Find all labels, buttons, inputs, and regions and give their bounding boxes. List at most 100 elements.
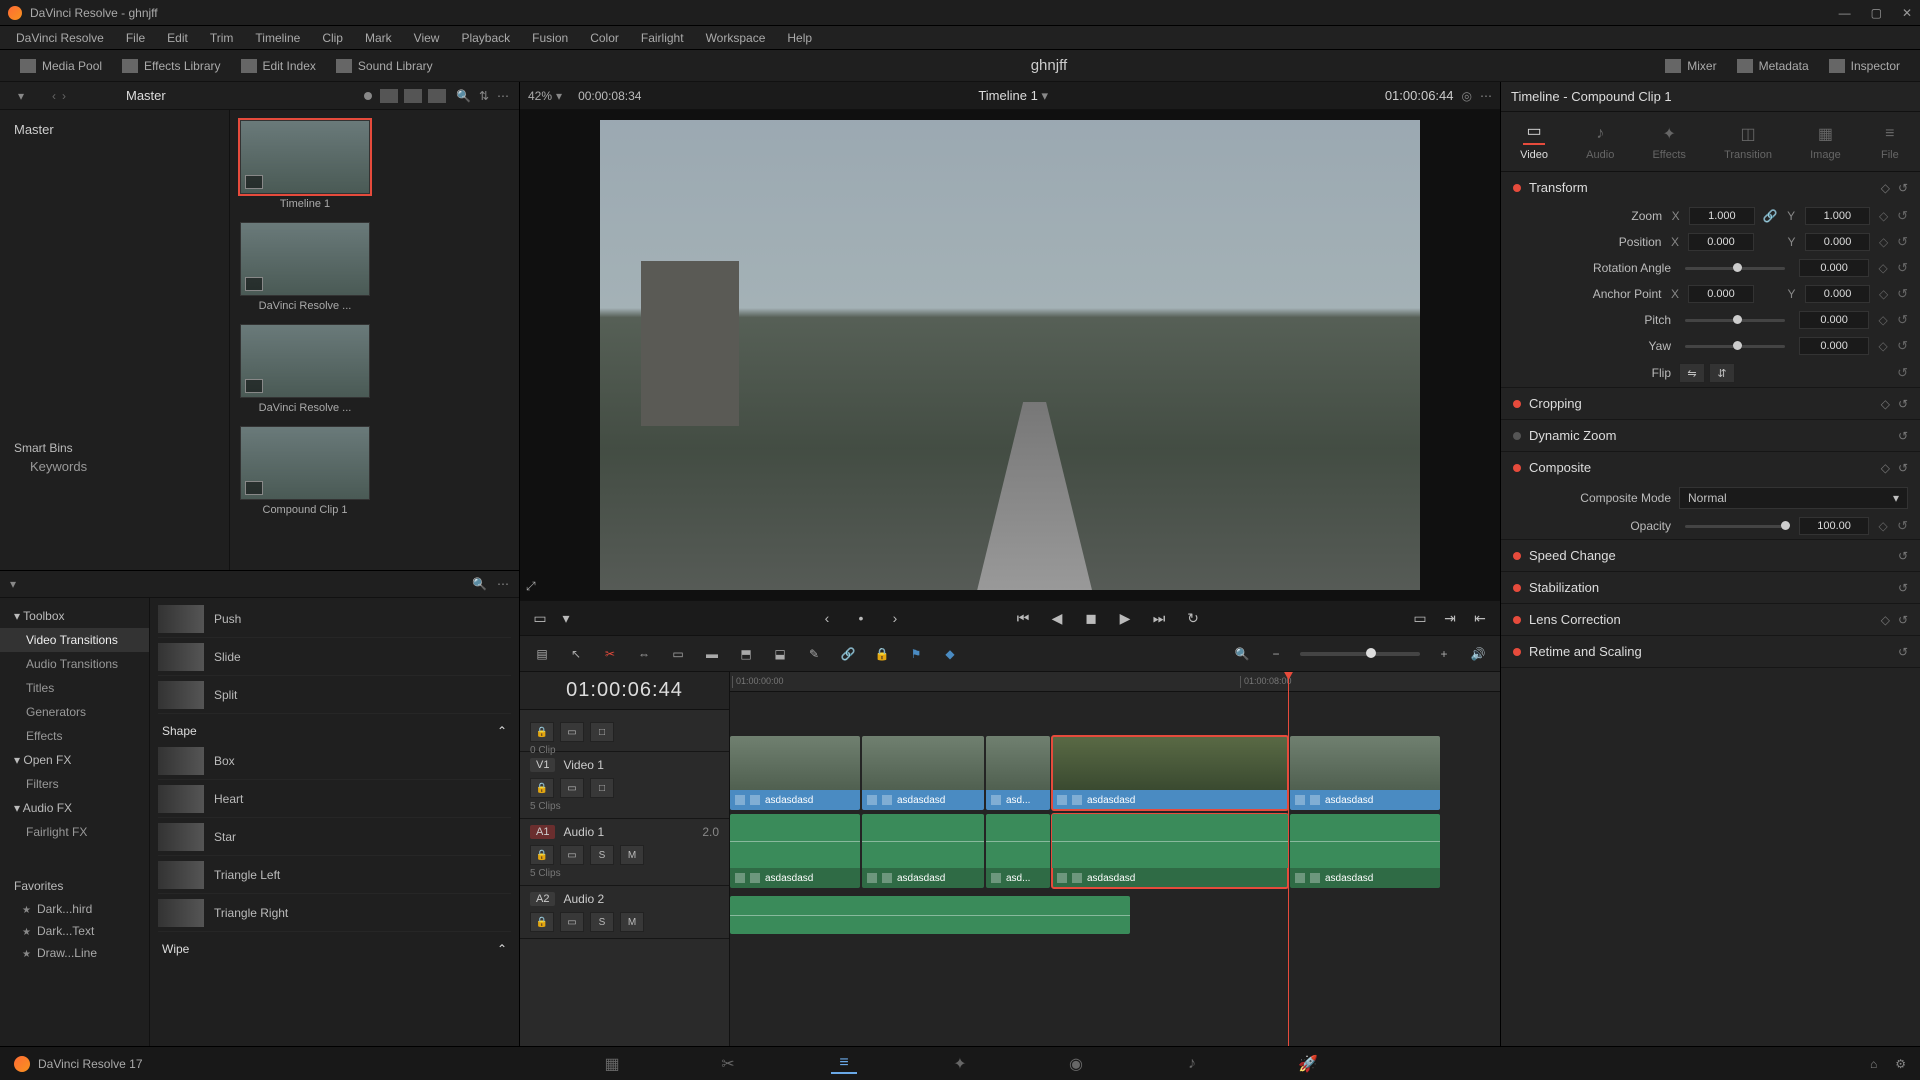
section-stabilization[interactable]: Stabilization↺ [1501, 572, 1920, 603]
link-icon[interactable]: 🔗 [838, 645, 858, 663]
rotation-input[interactable]: 0.000 [1799, 259, 1869, 277]
maximize-button[interactable]: ▢ [1871, 6, 1882, 20]
bin-color-icon[interactable] [364, 92, 372, 100]
play-button[interactable]: ▶ [1115, 608, 1135, 628]
keyframe-icon[interactable]: ◇ [1877, 519, 1889, 533]
reset-icon[interactable]: ↺ [1898, 549, 1908, 563]
sort-icon[interactable]: ⇅ [479, 89, 489, 103]
track-header-v1[interactable]: V1Video 1 🔒▭□ 5 Clips [520, 752, 729, 819]
jog-next-icon[interactable]: › [885, 608, 905, 628]
fx-item[interactable]: Push [158, 600, 511, 638]
keyframe-icon[interactable]: ◇ [1878, 235, 1889, 249]
search-icon[interactable]: 🔍 [456, 89, 471, 103]
enable-dot-icon[interactable] [1513, 648, 1521, 656]
keyframe-icon[interactable]: ◇ [1877, 339, 1889, 353]
video-clip[interactable]: asdasdasd [1052, 736, 1288, 810]
next-frame-button[interactable]: ⏭ [1149, 608, 1169, 628]
track-lock-button[interactable]: 🔒 [530, 912, 554, 932]
solo-button[interactable]: S [590, 912, 614, 932]
menu-mark[interactable]: Mark [355, 28, 402, 48]
insert-mode-icon[interactable]: ▭ [530, 608, 550, 628]
reset-icon[interactable]: ↺ [1897, 260, 1908, 276]
fav-item[interactable]: Dark...Text [0, 920, 149, 942]
menu-color[interactable]: Color [580, 28, 629, 48]
keyframe-icon[interactable]: ◇ [1881, 181, 1890, 195]
pos-y-input[interactable]: 0.000 [1805, 233, 1870, 251]
enable-dot-icon[interactable] [1513, 432, 1521, 440]
menu-playback[interactable]: Playback [451, 28, 520, 48]
pitch-slider[interactable] [1685, 319, 1785, 322]
section-retime[interactable]: Retime and Scaling↺ [1501, 636, 1920, 667]
fav-item[interactable]: Dark...hird [0, 898, 149, 920]
fx-dropdown-icon[interactable]: ▾ [10, 577, 16, 591]
viewer[interactable]: ⤢ [520, 110, 1500, 600]
insert-icon[interactable]: ▭ [668, 645, 688, 663]
blade-tool-icon[interactable]: ✂ [600, 645, 620, 663]
reset-icon[interactable]: ↺ [1897, 338, 1908, 354]
video-clip[interactable]: asdasdasd [730, 736, 860, 810]
reset-icon[interactable]: ↺ [1898, 429, 1908, 443]
first-frame-button[interactable]: ⏮ [1013, 608, 1033, 628]
video-clip[interactable]: asdasdasd [862, 736, 984, 810]
stop-button[interactable]: ◼ [1081, 608, 1101, 628]
enable-dot-icon[interactable] [1513, 464, 1521, 472]
section-dynamic-zoom[interactable]: Dynamic Zoom↺ [1501, 420, 1920, 451]
menu-timeline[interactable]: Timeline [245, 28, 310, 48]
zoom-chevron-icon[interactable]: ▾ [556, 89, 562, 103]
menu-trim[interactable]: Trim [200, 28, 244, 48]
track-vis-button[interactable]: ▭ [560, 778, 584, 798]
nav-titles[interactable]: Titles [0, 676, 149, 700]
jog-dot-icon[interactable]: • [851, 608, 871, 628]
tab-file[interactable]: ≡File [1873, 119, 1907, 165]
zoom-tool-icon[interactable]: 🔍 [1232, 645, 1252, 663]
thumb-view-icon[interactable] [404, 89, 422, 103]
section-speed[interactable]: Speed Change↺ [1501, 540, 1920, 571]
nav-audio-transitions[interactable]: Audio Transitions [0, 652, 149, 676]
nav-toolbox[interactable]: ▾ Toolbox [0, 604, 149, 628]
fx-item[interactable]: Star [158, 818, 511, 856]
menu-file[interactable]: File [116, 28, 155, 48]
enable-dot-icon[interactable] [1513, 584, 1521, 592]
menu-edit[interactable]: Edit [157, 28, 198, 48]
track-lock-button[interactable]: 🔒 [530, 722, 554, 742]
minimize-button[interactable]: — [1839, 6, 1851, 20]
fav-item[interactable]: Draw...Line [0, 942, 149, 964]
nav-filters[interactable]: Filters [0, 772, 149, 796]
prev-frame-button[interactable]: ◀ [1047, 608, 1067, 628]
sound-library-toggle[interactable]: Sound Library [326, 55, 443, 77]
list-view-icon[interactable] [380, 89, 398, 103]
reset-icon[interactable]: ↺ [1898, 461, 1908, 475]
track-lock-button[interactable]: 🔒 [530, 778, 554, 798]
menu-clip[interactable]: Clip [312, 28, 353, 48]
menu-view[interactable]: View [404, 28, 450, 48]
zoom-x-input[interactable]: 1.000 [1689, 207, 1754, 225]
anchor-y-input[interactable]: 0.000 [1805, 285, 1870, 303]
mixer-toggle[interactable]: Mixer [1655, 55, 1726, 77]
inspector-toggle[interactable]: Inspector [1819, 55, 1910, 77]
track-header-a1[interactable]: A1Audio 12.0 🔒▭SM 5 Clips [520, 819, 729, 886]
loop-button[interactable]: ↻ [1183, 608, 1203, 628]
tab-video[interactable]: ▭Video [1514, 119, 1554, 165]
mode-chevron-icon[interactable]: ▾ [556, 608, 576, 628]
match-frame-icon[interactable]: ▭ [1410, 608, 1430, 628]
tab-audio[interactable]: ♪Audio [1580, 119, 1620, 165]
page-cut[interactable]: ✂ [715, 1054, 741, 1074]
reset-icon[interactable]: ↺ [1897, 286, 1908, 302]
fx-category-shape[interactable]: Shape⌃ [158, 714, 511, 742]
keyframe-icon[interactable]: ◇ [1881, 397, 1890, 411]
tab-effects[interactable]: ✦Effects [1646, 119, 1691, 165]
reset-icon[interactable]: ↺ [1898, 397, 1908, 411]
viewer-more-icon[interactable]: ⋯ [1480, 89, 1492, 103]
reset-icon[interactable]: ↺ [1898, 645, 1908, 659]
nav-openfx[interactable]: ▾ Open FX [0, 748, 149, 772]
effects-library-toggle[interactable]: Effects Library [112, 55, 230, 77]
nav-effects[interactable]: Effects [0, 724, 149, 748]
fx-item[interactable]: Triangle Right [158, 894, 511, 932]
menu-davinci[interactable]: DaVinci Resolve [6, 28, 114, 48]
bin-dropdown-icon[interactable]: ▾ [10, 89, 32, 103]
fx-item[interactable]: Triangle Left [158, 856, 511, 894]
bypass-icon[interactable]: ◎ [1462, 89, 1472, 103]
composite-mode-select[interactable]: Normal▾ [1679, 487, 1908, 509]
timeline-ruler[interactable]: 01:00:00:00 01:00:08:00 [730, 672, 1500, 692]
timeline-tracks[interactable]: 01:00:00:00 01:00:08:00 asdasdasd asdasd… [730, 672, 1500, 1046]
